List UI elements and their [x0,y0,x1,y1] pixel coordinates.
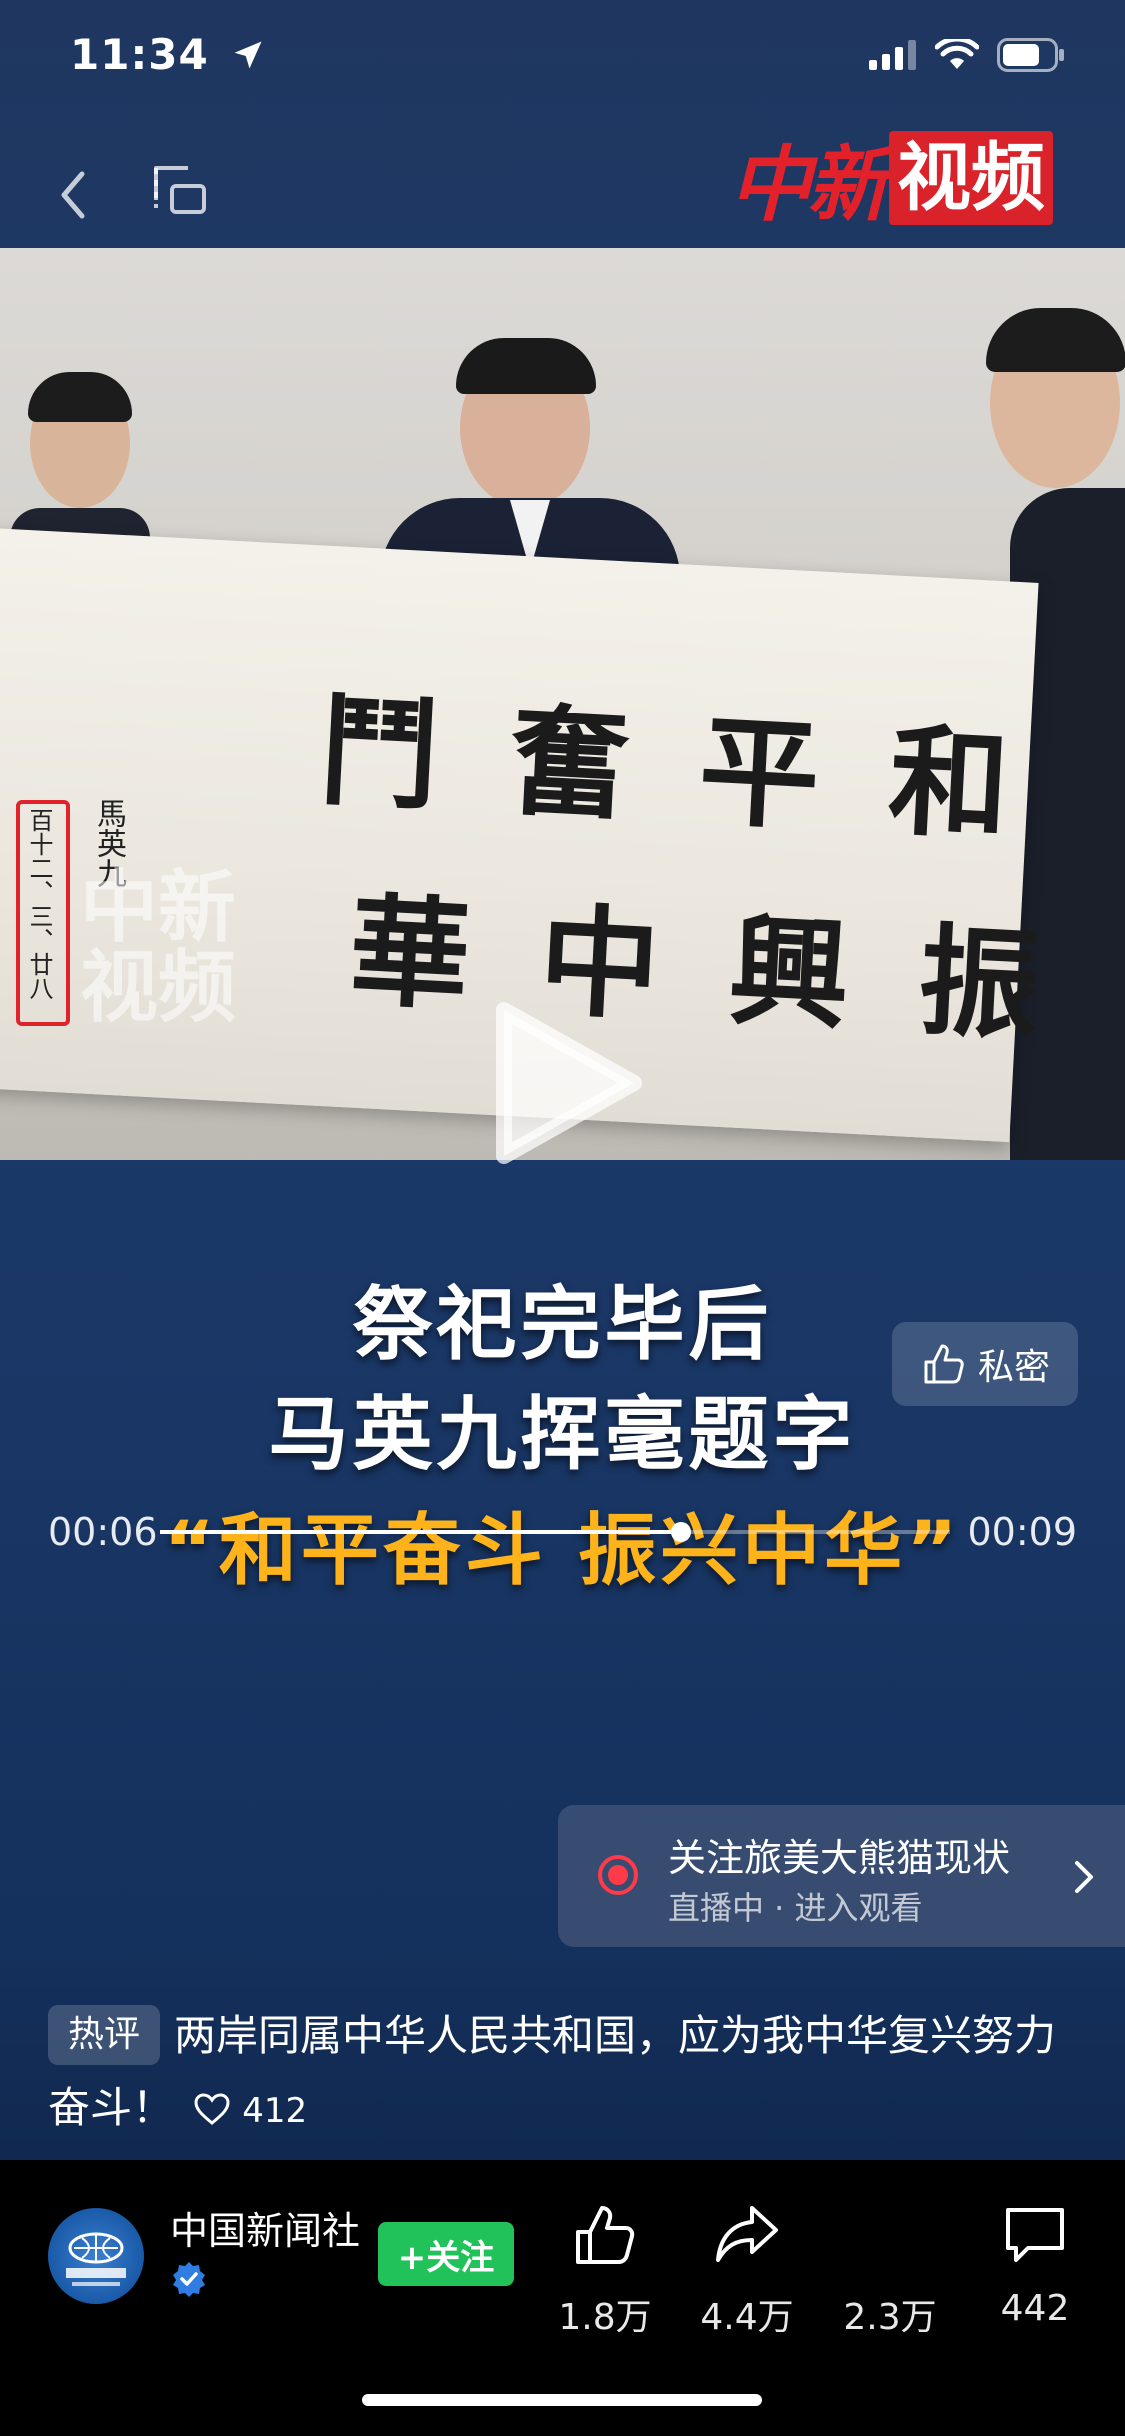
comment-bubble-icon [1006,2208,1064,2262]
progress-fill [160,1530,682,1534]
china-news-logo-icon [66,2232,126,2286]
share-arrow-icon [716,2206,778,2262]
private-label: 私密 [977,1347,1050,1388]
status-time-text: 11:34 [70,30,209,79]
collect-button[interactable]: 2.3万 [820,2200,960,2340]
video-watermark: 中新 视频 [80,868,236,1028]
brand-logo-red: 中新 [729,137,889,233]
status-icons [869,38,1065,72]
like-count: 1.8万 [558,2297,652,2338]
signal-icon [869,40,916,70]
live-title: 关注旅美大熊猫现状 [668,1836,1011,1880]
status-time: 11:34 [70,30,266,79]
total-time: 00:09 [967,1510,1077,1554]
home-indicator[interactable] [362,2394,762,2406]
play-icon[interactable] [494,998,644,1168]
progress-bar[interactable] [160,1522,950,1542]
avatar[interactable] [48,2208,144,2304]
live-card[interactable]: 关注旅美大熊猫现状 直播中 · 进入观看 [558,1805,1125,1947]
watermark-line2: 视频 [80,942,237,1033]
collect-icon-space [820,2200,960,2270]
share-button[interactable]: 4.4万 [677,2200,817,2340]
hot-comment[interactable]: 热评 两岸同属中华人民共和国，应为我中华复兴努力奋斗！ 412 [48,2000,1078,2147]
comment-like[interactable]: 412 [187,2091,307,2131]
live-record-icon [598,1855,638,1895]
follow-button[interactable]: +关注 [378,2222,514,2286]
back-icon[interactable] [40,160,110,230]
current-time: 00:06 [48,1510,158,1554]
comment-button[interactable]: 442 [965,2200,1105,2329]
picture-in-picture-icon[interactable] [150,160,210,220]
battery-icon [997,38,1064,72]
chevron-right-icon [1075,1861,1093,1893]
person-center [380,328,680,598]
comment-count: 442 [1000,2288,1070,2329]
location-arrow-icon [234,41,262,69]
brand-logo: 中新 视频 [729,118,1053,237]
private-button[interactable]: 私密 [892,1322,1078,1406]
share-count: 4.4万 [700,2297,794,2338]
wifi-icon [935,39,979,69]
caption-line3: “和平奋斗 振兴中华” [163,1506,962,1596]
like-button[interactable]: 1.8万 [535,2200,675,2340]
watermark-line1: 中新 [80,862,237,953]
thumbs-up-icon [576,2206,635,2264]
collect-count: 2.3万 [843,2297,937,2338]
live-subtitle: 直播中 · 进入观看 [668,1889,923,1927]
thumbs-up-icon [924,1344,964,1384]
highlight-box [16,800,70,1026]
comment-like-count: 412 [242,2091,308,2131]
hot-comment-tag: 热评 [48,2005,161,2065]
heart-icon [194,2093,230,2125]
brand-logo-box: 视频 [889,130,1053,225]
verified-badge-icon [173,2262,205,2297]
account-name[interactable]: 中国新闻社 [170,2200,360,2255]
